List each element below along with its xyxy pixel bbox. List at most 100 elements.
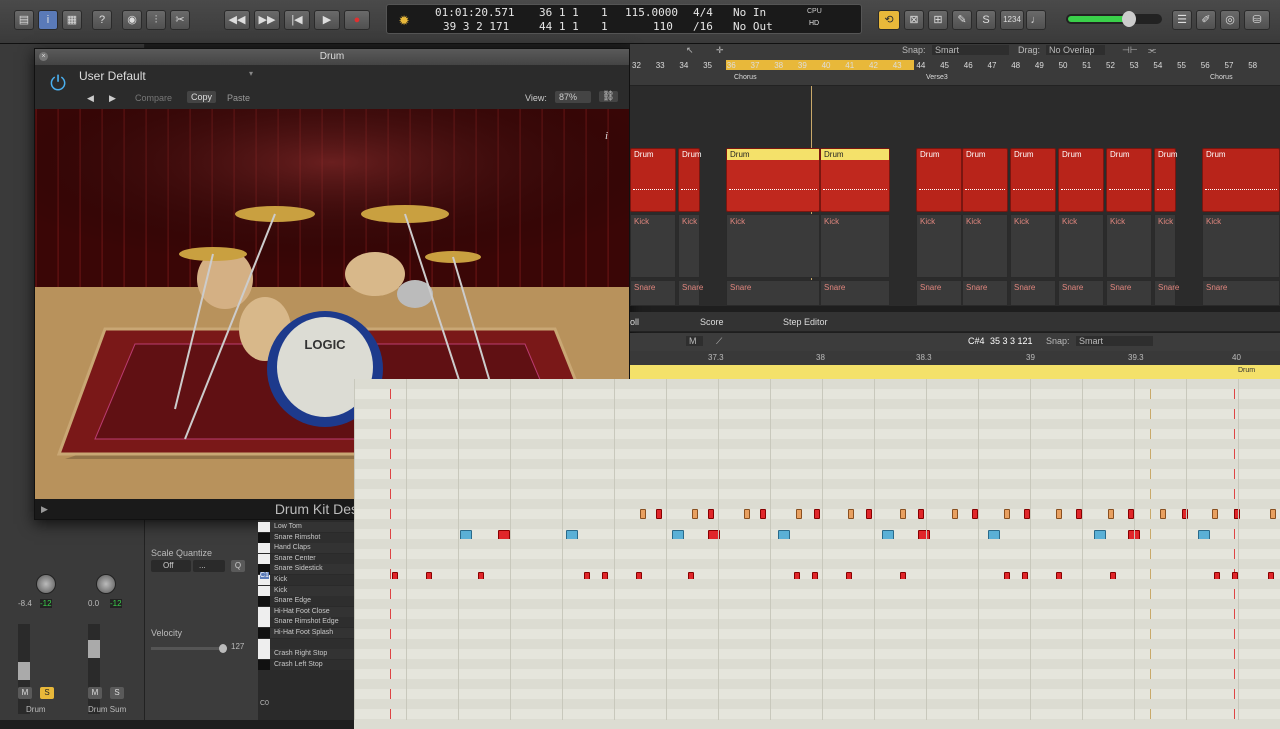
key-row[interactable]: Crash Left Stop: [258, 659, 354, 670]
drum-region[interactable]: Drum: [916, 148, 962, 212]
editors-icon[interactable]: ✂: [170, 10, 190, 30]
key-row[interactable]: Snare Rimshot: [258, 532, 354, 543]
piano-key[interactable]: [258, 596, 270, 607]
midi-note[interactable]: [866, 509, 872, 519]
midi-note[interactable]: [1160, 509, 1166, 519]
kick-region[interactable]: Kick: [1010, 214, 1056, 278]
kick-region[interactable]: Kick: [820, 214, 890, 278]
snare-region[interactable]: Snare: [1058, 280, 1104, 306]
lcd-display[interactable]: ✹ 01:01:20.571 36 1 1 1 115.0000 4/4 No …: [386, 4, 862, 34]
scale-quantize-off[interactable]: Off: [151, 560, 191, 572]
midi-note[interactable]: [1056, 509, 1062, 519]
piano-keyboard[interactable]: Low Tom Snare Rimshot Hand Claps Snare Cent…: [258, 520, 354, 720]
key-row[interactable]: Snare Edge: [258, 596, 354, 607]
info-icon[interactable]: i: [38, 10, 58, 30]
loop-browser-icon[interactable]: ◎: [1220, 10, 1240, 30]
midi-note[interactable]: [708, 509, 714, 519]
midi-note[interactable]: [1182, 509, 1188, 519]
key-row[interactable]: Kick: [258, 575, 354, 585]
copy-button[interactable]: Copy: [187, 91, 217, 103]
drum-region[interactable]: Drum: [1058, 148, 1104, 212]
editor-ruler[interactable]: 37.3 38 38.3 39 39.3 40: [630, 351, 1280, 365]
snare-region[interactable]: Snare: [630, 280, 676, 306]
key-row[interactable]: Hi-Hat Foot Close: [258, 606, 354, 617]
drum-region[interactable]: Drum: [678, 148, 702, 212]
master-volume-slider[interactable]: [1066, 11, 1162, 27]
ch1-fader-cap[interactable]: [18, 662, 30, 680]
smart-controls-icon[interactable]: ◉: [122, 10, 142, 30]
solo-icon[interactable]: S: [976, 10, 996, 30]
pencil-icon[interactable]: ✎: [952, 10, 972, 30]
pointer-tool-icon[interactable]: ↖: [686, 45, 694, 56]
plugin-titlebar[interactable]: × Drum: [35, 49, 629, 65]
piano-key[interactable]: [258, 553, 270, 564]
key-row[interactable]: Kick: [258, 585, 354, 596]
key-row[interactable]: Snare Center: [258, 553, 354, 564]
previous-preset-icon[interactable]: ◀: [87, 93, 94, 104]
play-icon[interactable]: ▶: [314, 10, 340, 30]
link-icon[interactable]: ⛓: [599, 91, 618, 102]
tab-piano-roll[interactable]: oll: [630, 317, 639, 327]
midi-note[interactable]: [640, 509, 646, 519]
compare-button[interactable]: Compare: [135, 93, 172, 103]
editor-tool-icon[interactable]: ⟋: [716, 336, 722, 347]
snare-region[interactable]: Snare: [916, 280, 962, 306]
snare-region[interactable]: Snare: [962, 280, 1008, 306]
drum-region[interactable]: Drum: [820, 148, 890, 212]
midi-note[interactable]: [1212, 509, 1218, 519]
view-zoom-select[interactable]: 87%: [555, 91, 592, 103]
metronome-icon[interactable]: ♩: [1026, 10, 1046, 30]
midi-note[interactable]: [900, 509, 906, 519]
piano-key[interactable]: [258, 606, 270, 617]
quantize-button[interactable]: Q: [231, 560, 245, 572]
paste-button[interactable]: Paste: [227, 93, 250, 103]
drum-region[interactable]: Drum: [962, 148, 1008, 212]
replace-icon[interactable]: ⊠: [904, 10, 924, 30]
ch2-fader-track[interactable]: [88, 624, 100, 714]
key-row[interactable]: Low Tom: [258, 522, 354, 532]
key-row[interactable]: Hi-Hat Foot Splash: [258, 628, 354, 638]
ch1-solo-button[interactable]: S: [40, 687, 54, 699]
countin-button[interactable]: 1234: [1000, 10, 1024, 30]
info-i-icon[interactable]: i: [605, 130, 608, 142]
ch2-fader-cap[interactable]: [88, 640, 100, 658]
piano-key[interactable]: [258, 638, 270, 649]
next-preset-icon[interactable]: ▶: [109, 93, 116, 104]
midi-note[interactable]: [1004, 509, 1010, 519]
midi-note[interactable]: [952, 509, 958, 519]
browsers-icon[interactable]: ⛁: [1244, 10, 1270, 30]
snare-region[interactable]: Snare: [726, 280, 820, 306]
midi-note[interactable]: [1108, 509, 1114, 519]
catch-icon[interactable]: ⫘: [1148, 45, 1156, 56]
record-icon[interactable]: ●: [344, 10, 370, 30]
waveform-zoom-icon[interactable]: ⊣⊢: [1122, 45, 1138, 56]
toolbar-icon[interactable]: ▦: [62, 10, 82, 30]
piano-key[interactable]: [258, 532, 270, 543]
key-row[interactable]: Snare Sidestick: [258, 564, 354, 575]
midi-note[interactable]: [760, 509, 766, 519]
kick-region[interactable]: Kick: [726, 214, 820, 278]
notepad-icon[interactable]: ✐: [1196, 10, 1216, 30]
kick-region[interactable]: Kick: [630, 214, 676, 278]
midi-note[interactable]: [656, 509, 662, 519]
piano-key[interactable]: [258, 649, 270, 660]
marker-verse3[interactable]: Verse3: [926, 74, 948, 81]
kick-region[interactable]: Kick: [678, 214, 700, 278]
preset-menu[interactable]: User Default ▾: [79, 69, 259, 85]
tracks-snap-select[interactable]: Smart: [932, 45, 1010, 55]
rewind-icon[interactable]: ◀◀: [224, 10, 250, 30]
kick-region[interactable]: Kick: [1154, 214, 1176, 278]
snare-region[interactable]: Snare: [678, 280, 703, 306]
kick-region[interactable]: Kick: [1058, 214, 1104, 278]
kick-region[interactable]: Kick: [1202, 214, 1280, 278]
snare-region[interactable]: Snare: [820, 280, 890, 306]
key-row[interactable]: Snare Rimshot Edge: [258, 617, 354, 628]
editor-region-bar[interactable]: Drum: [630, 365, 1280, 379]
midi-note[interactable]: [814, 509, 820, 519]
kick-region[interactable]: Kick: [1106, 214, 1152, 278]
pencil-tool-icon[interactable]: ✛: [716, 45, 724, 56]
gotostart-icon[interactable]: |◀: [284, 10, 310, 30]
library-icon[interactable]: ▤: [14, 10, 34, 30]
midi-note[interactable]: [796, 509, 802, 519]
midi-note[interactable]: [1234, 509, 1240, 519]
